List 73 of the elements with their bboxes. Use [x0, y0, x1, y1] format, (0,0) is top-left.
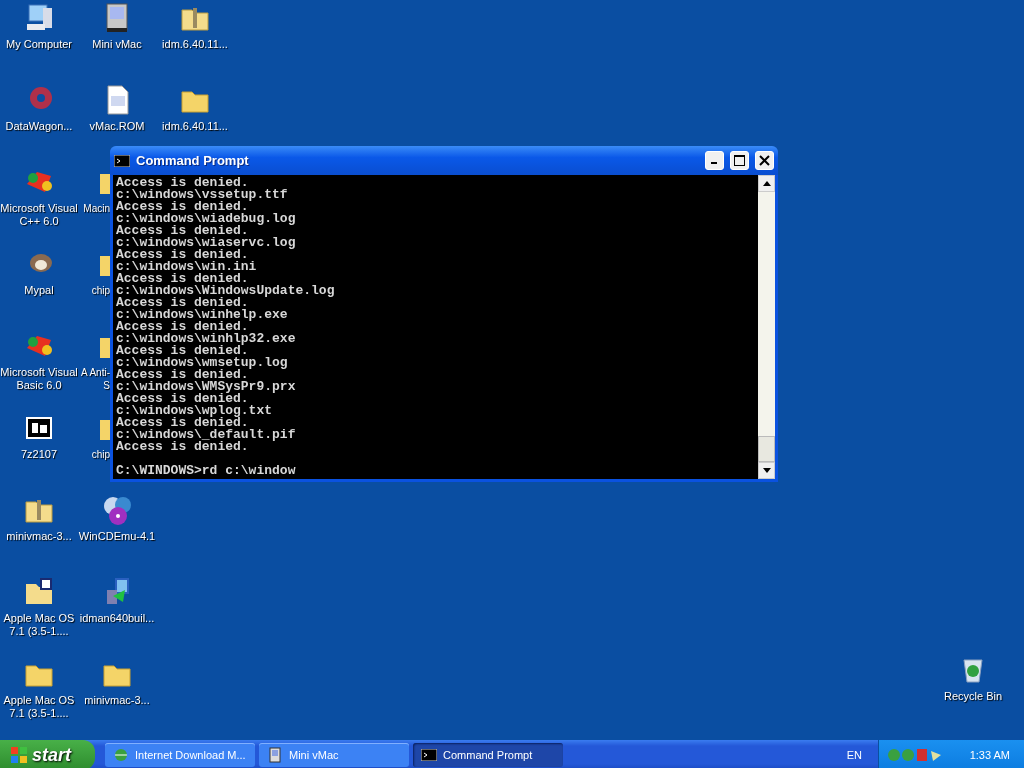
- globe-icon: [113, 747, 129, 763]
- console-line: Access is denied.: [116, 417, 249, 429]
- icon-label[interactable]: Apple Mac OS 7.1 (3.5-1....: [0, 694, 78, 720]
- icon-label[interactable]: idm.6.40.11...: [162, 38, 228, 51]
- maximize-icon: [734, 155, 745, 166]
- icon-label[interactable]: idman640buil...: [79, 612, 155, 625]
- command-prompt-line: C:\WINDOWS>rd c:\window: [116, 465, 297, 477]
- close-icon: [759, 155, 770, 166]
- console-line: c:\windows\vssetup.ttf: [116, 189, 289, 201]
- taskbar-button[interactable]: Mini vMac: [259, 743, 409, 767]
- down-arrow-icon: [762, 468, 771, 473]
- console-line: Access is denied.: [116, 297, 249, 309]
- console-line: c:\windows\winhlp32.exe: [116, 333, 297, 345]
- scrollbar[interactable]: [758, 175, 775, 479]
- icon-label[interactable]: Recycle Bin: [943, 690, 1003, 703]
- console-line: c:\windows\WMSysPr9.prx: [116, 381, 297, 393]
- folder-icon: [100, 420, 110, 440]
- console-line: Access is denied.: [116, 393, 249, 405]
- minimize-button[interactable]: [705, 151, 724, 170]
- icon-label[interactable]: minivmac-3...: [6, 530, 72, 543]
- taskbar-button[interactable]: Command Prompt: [413, 743, 563, 767]
- icon-label[interactable]: WinCDEmu-4.1: [78, 530, 156, 543]
- language-indicator[interactable]: EN: [846, 749, 862, 761]
- window-title: Command Prompt: [136, 153, 250, 168]
- console-line: Access is denied.: [116, 321, 249, 333]
- console-line: c:\windows\_default.pif: [116, 429, 297, 441]
- console-line: c:\windows\WindowsUpdate.log: [116, 285, 336, 297]
- console-icon: [114, 154, 130, 167]
- icon-label[interactable]: A Anti-S: [78, 366, 110, 392]
- scroll-down-button[interactable]: [758, 462, 775, 479]
- console-line: Access is denied.: [116, 369, 249, 381]
- console-line: Access is denied.: [116, 177, 249, 189]
- icon-label[interactable]: chip: [91, 284, 110, 297]
- icon-label[interactable]: 7z2107: [20, 448, 58, 461]
- close-button[interactable]: [755, 151, 774, 170]
- tray-icons-drawing: [887, 747, 943, 763]
- folder-icon: [100, 256, 110, 276]
- icon-label[interactable]: minivmac-3...: [84, 694, 150, 707]
- console-line: c:\windows\winhelp.exe: [116, 309, 289, 321]
- mac-computer-icon: [267, 747, 283, 763]
- up-arrow-icon: [762, 181, 771, 186]
- console-line: Access is denied.: [116, 273, 249, 285]
- console-line: c:\windows\win.ini: [116, 261, 258, 273]
- console-icon: [421, 749, 437, 761]
- console-line: c:\windows\wmsetup.log: [116, 357, 289, 369]
- icon-label[interactable]: Mypal: [24, 284, 54, 297]
- icon-label[interactable]: DataWagon...: [5, 120, 73, 133]
- folder-icon: [100, 338, 110, 358]
- icon-label[interactable]: Apple Mac OS 7.1 (3.5-1....: [0, 612, 78, 638]
- scroll-thumb[interactable]: [758, 436, 775, 462]
- console-line: c:\windows\wiadebug.log: [116, 213, 297, 225]
- console-line: Access is denied.: [116, 249, 249, 261]
- icon-label[interactable]: vMac.ROM: [89, 120, 145, 133]
- scroll-up-button[interactable]: [758, 175, 775, 192]
- disc-icon: [101, 494, 133, 526]
- console-line: c:\windows\wiaservc.log: [116, 237, 297, 249]
- clock: 1:33 AM: [969, 749, 1010, 761]
- folder-icon: [100, 174, 110, 194]
- console-line: Access is denied.: [116, 201, 249, 213]
- icon-label[interactable]: My Computer: [6, 38, 72, 51]
- taskbar-button[interactable]: Internet Download M...: [105, 743, 255, 767]
- icon-label[interactable]: Microsoft Visual C++ 6.0: [0, 202, 78, 228]
- maximize-button[interactable]: [730, 151, 749, 170]
- icon-label[interactable]: Mini vMac: [92, 38, 142, 51]
- icon-label[interactable]: Microsoft Visual Basic 6.0: [0, 366, 78, 392]
- console-line: Access is denied.: [116, 225, 249, 237]
- console-line: c:\windows\wplog.txt: [116, 405, 274, 417]
- console-line: Access is denied.: [116, 441, 249, 453]
- icon-label[interactable]: idm.6.40.11...: [162, 120, 228, 133]
- icon-label[interactable]: Macin: [83, 202, 110, 215]
- console-line: Access is denied.: [116, 345, 249, 357]
- windows-flag-icon: [10, 746, 28, 764]
- icon-label[interactable]: chip: [91, 448, 110, 461]
